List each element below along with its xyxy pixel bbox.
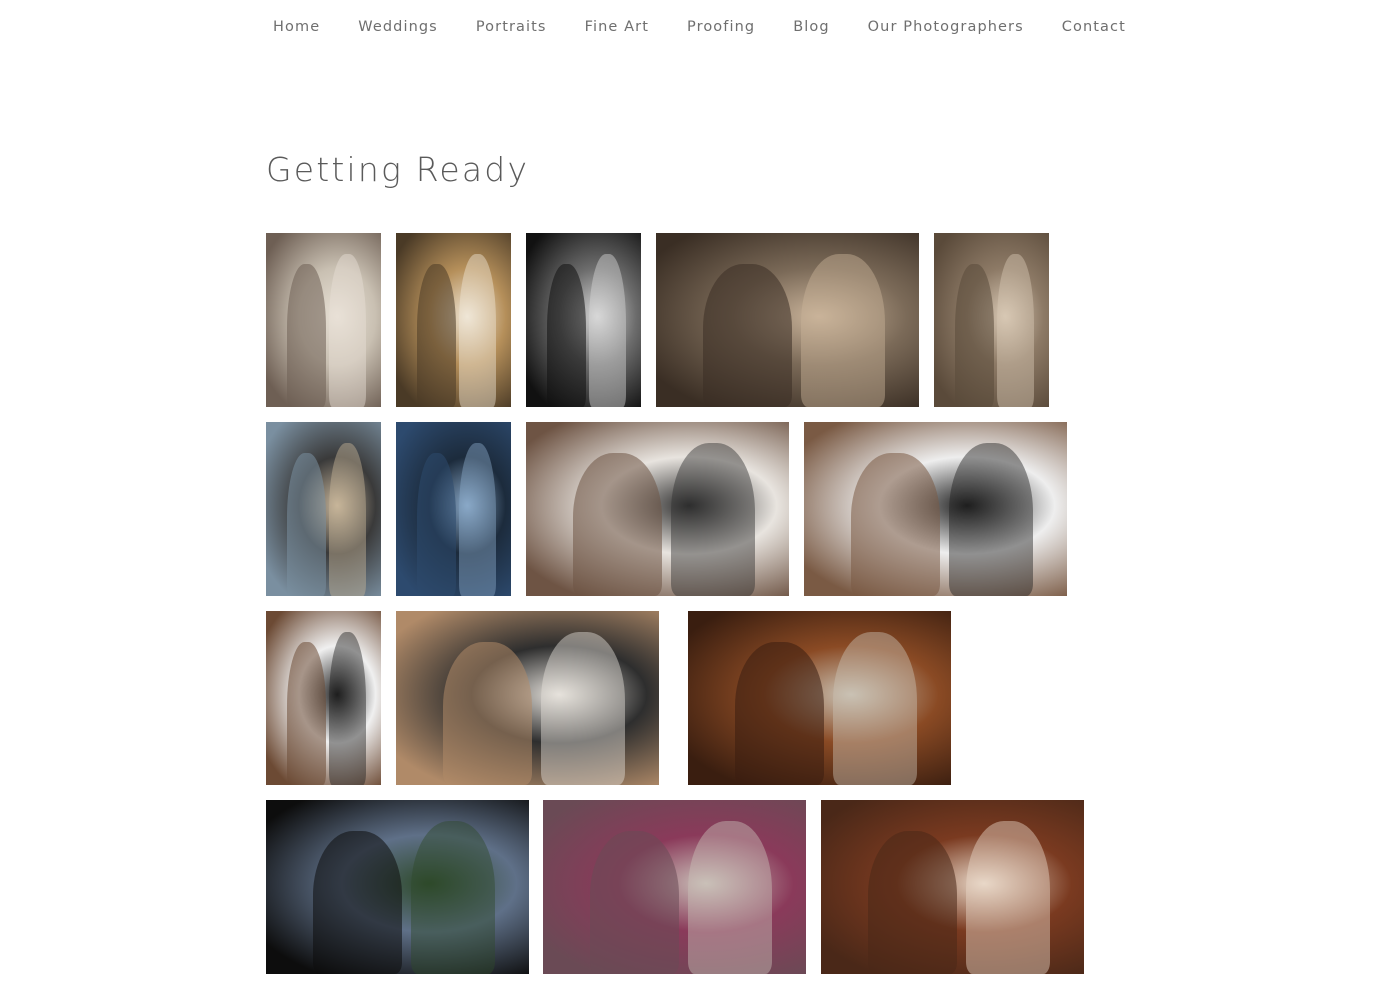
page: Home Weddings Portraits Fine Art Proofing Blo… bbox=[0, 0, 1388, 989]
gallery-photo-boutonniere-outdoor-blue[interactable] bbox=[396, 422, 511, 596]
gallery-photo-boutonniere-outdoor[interactable] bbox=[266, 422, 381, 596]
gallery-photo-bride-in-window[interactable] bbox=[266, 233, 381, 407]
gallery-photo-cufflinks-teal-tie[interactable] bbox=[804, 422, 1067, 596]
gallery-photo-mountain-view-window[interactable] bbox=[266, 800, 529, 974]
gallery-photo-bridesmaid-and-bride[interactable] bbox=[396, 233, 511, 407]
gallery-photo-groomsmen-laughing[interactable] bbox=[396, 611, 659, 785]
page-title: Getting Ready bbox=[266, 150, 530, 189]
main-nav: Home Weddings Portraits Fine Art Proofing Blo… bbox=[273, 17, 1126, 37]
nav-proofing[interactable]: Proofing bbox=[687, 19, 755, 35]
nav-fine-art[interactable]: Fine Art bbox=[585, 19, 649, 35]
gallery-photo-groom-tie-bar[interactable] bbox=[821, 800, 1084, 974]
gallery-photo-cufflinks-closeup[interactable] bbox=[266, 611, 381, 785]
gallery-photo-groom-with-guests[interactable] bbox=[934, 233, 1049, 407]
gallery-photo-purple-vest-buttons[interactable] bbox=[543, 800, 806, 974]
nav-our-photographers[interactable]: Our Photographers bbox=[868, 19, 1024, 35]
nav-weddings[interactable]: Weddings bbox=[358, 19, 438, 35]
gallery-photo-bride-veil-bw[interactable] bbox=[526, 233, 641, 407]
gallery-photo-suit-hanging-hallway[interactable] bbox=[688, 611, 951, 785]
gallery-photo-grandmother-laughing-groom[interactable] bbox=[656, 233, 919, 407]
nav-blog[interactable]: Blog bbox=[793, 19, 829, 35]
nav-portraits[interactable]: Portraits bbox=[476, 19, 547, 35]
nav-home[interactable]: Home bbox=[273, 19, 320, 35]
nav-contact[interactable]: Contact bbox=[1062, 19, 1126, 35]
gallery-photo-father-fixing-collar[interactable] bbox=[526, 422, 789, 596]
